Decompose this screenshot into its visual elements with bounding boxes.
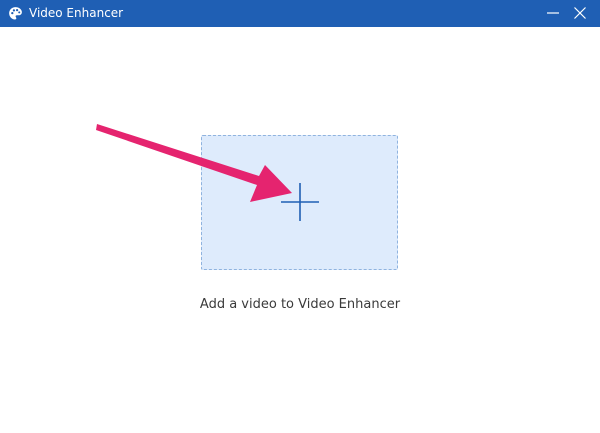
minimize-icon xyxy=(547,12,559,14)
plus-icon xyxy=(281,183,319,221)
palette-icon xyxy=(9,7,22,20)
close-icon xyxy=(574,7,586,19)
window-title: Video Enhancer xyxy=(29,6,124,20)
video-enhancer-window: Video Enhancer Add a video to Video Enha… xyxy=(0,0,600,433)
add-video-label: Add a video to Video Enhancer xyxy=(199,297,401,312)
close-button[interactable] xyxy=(567,0,593,27)
minimize-button[interactable] xyxy=(540,0,566,27)
add-video-drop-zone[interactable] xyxy=(201,135,398,270)
title-bar: Video Enhancer xyxy=(0,0,600,27)
